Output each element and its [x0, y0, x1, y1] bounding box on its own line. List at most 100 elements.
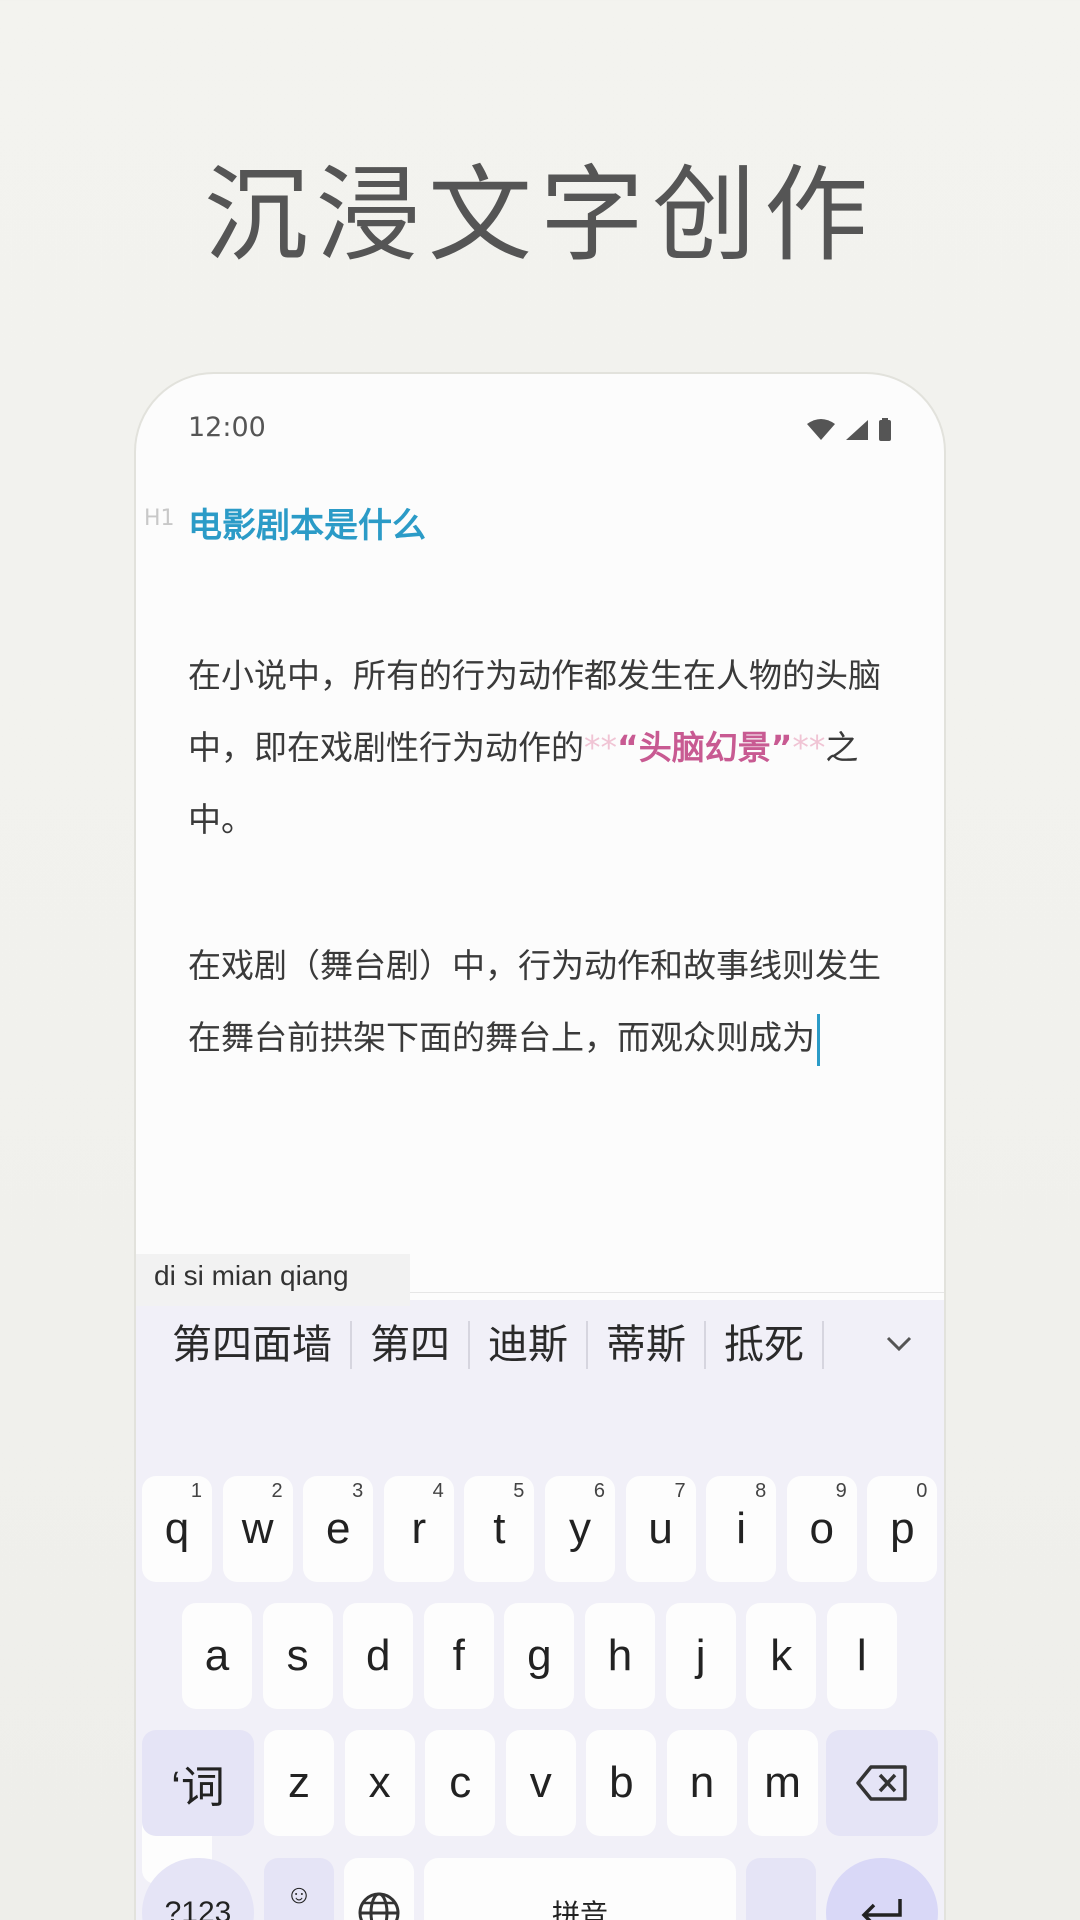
candidate[interactable]: 迪斯 — [470, 1321, 588, 1369]
key-z[interactable]: z — [264, 1730, 334, 1836]
key-label: e — [325, 1504, 351, 1553]
key-i[interactable]: i8 — [706, 1476, 777, 1582]
key-label: b — [609, 1758, 634, 1807]
key-m[interactable]: m — [747, 1730, 818, 1836]
key-a[interactable]: a — [182, 1603, 252, 1709]
key-label: a — [204, 1631, 230, 1680]
candidate[interactable]: 抵死 — [706, 1321, 824, 1369]
paragraph[interactable]: 在戏剧（舞台剧）中，行为动作和故事线则发生在舞台前拱架下面的舞台上，而观众则成为 — [188, 930, 888, 1074]
word-key[interactable]: ‘词 — [142, 1730, 254, 1836]
key-n[interactable]: n — [667, 1730, 737, 1836]
key-g[interactable]: g — [504, 1603, 575, 1709]
key-number-hint: 0 — [916, 1480, 928, 1502]
key-label: k — [770, 1631, 793, 1680]
key-p[interactable]: p0 — [867, 1476, 938, 1582]
key-label: r — [411, 1504, 427, 1553]
bold-text: “头脑幻景” — [617, 728, 793, 767]
key-label: x — [368, 1758, 391, 1807]
key-t[interactable]: t5 — [464, 1476, 535, 1582]
paragraph[interactable]: 在小说中，所有的行为动作都发生在人物的头脑中，即在戏剧性行为动作的**“头脑幻景… — [188, 640, 888, 856]
key-o[interactable]: o9 — [786, 1476, 857, 1582]
key-s[interactable]: s — [262, 1603, 333, 1709]
emoji-icon: ☺ — [285, 1879, 313, 1909]
key-label: c — [449, 1758, 472, 1807]
key-number-hint: 5 — [513, 1480, 525, 1502]
key-f[interactable]: f — [423, 1603, 494, 1709]
signal-icon — [846, 420, 868, 440]
status-time: 12:00 — [188, 412, 266, 443]
candidate[interactable]: 蒂斯 — [588, 1321, 706, 1369]
period-key[interactable]: 。 — [746, 1858, 816, 1920]
status-icons — [806, 418, 892, 442]
text-cursor — [817, 1013, 820, 1066]
key-number-hint: 9 — [835, 1480, 847, 1502]
pinyin-composing: di si mian qiang — [136, 1254, 410, 1306]
key-k[interactable]: k — [746, 1603, 817, 1709]
key-v[interactable]: v — [505, 1730, 576, 1836]
key-number-hint: 7 — [674, 1480, 686, 1502]
key-label: d — [365, 1631, 391, 1680]
key-number-hint: 8 — [755, 1480, 767, 1502]
language-key[interactable] — [344, 1858, 414, 1920]
key-y[interactable]: y6 — [545, 1476, 615, 1582]
status-bar: 12:00 — [188, 412, 892, 452]
comma-label: ， — [286, 1910, 312, 1920]
key-label: f — [452, 1631, 465, 1680]
candidate[interactable]: 第四面墙 — [154, 1321, 352, 1369]
key-x[interactable]: x — [344, 1730, 415, 1836]
emoji-comma-key[interactable]: ☺ ， — [264, 1858, 334, 1920]
markdown-bold-marker: ** — [584, 728, 617, 767]
key-w[interactable]: w2 — [222, 1476, 293, 1582]
key-label: w — [241, 1504, 274, 1553]
chevron-down-icon[interactable] — [884, 1328, 914, 1362]
globe-icon — [358, 1892, 400, 1920]
key-number-hint: 1 — [190, 1480, 202, 1502]
key-label: g — [527, 1631, 552, 1680]
key-label: s — [286, 1631, 309, 1680]
enter-key[interactable] — [826, 1858, 938, 1920]
wifi-icon — [807, 419, 835, 440]
key-q[interactable]: q1 — [142, 1476, 212, 1582]
document-heading[interactable]: 电影剧本是什么 — [188, 498, 426, 547]
key-number-hint: 2 — [271, 1480, 283, 1502]
candidate-bar: 第四面墙 第四 迪斯 蒂斯 抵死 — [136, 1310, 944, 1380]
key-u[interactable]: u7 — [625, 1476, 696, 1582]
key-label: v — [529, 1758, 552, 1807]
key-d[interactable]: d — [343, 1603, 414, 1709]
key-label: h — [607, 1631, 633, 1680]
key-label: l — [856, 1631, 867, 1680]
backspace-key[interactable] — [826, 1730, 938, 1836]
key-label: n — [689, 1758, 715, 1807]
key-r[interactable]: r4 — [383, 1476, 454, 1582]
heading-level-marker: H1 — [144, 506, 175, 531]
key-label: p — [890, 1504, 915, 1553]
key-label: m — [764, 1758, 801, 1807]
key-label: o — [809, 1504, 835, 1553]
backspace-icon — [856, 1765, 907, 1801]
key-label: u — [648, 1504, 673, 1553]
key-label: z — [288, 1758, 310, 1807]
enter-icon — [861, 1899, 902, 1920]
key-number-hint: 4 — [432, 1480, 444, 1502]
key-c[interactable]: c — [425, 1730, 496, 1836]
key-label: j — [695, 1631, 706, 1680]
space-key[interactable]: 拼音 — [424, 1858, 736, 1920]
key-label: y — [569, 1504, 591, 1553]
candidate[interactable]: 第四 — [352, 1321, 470, 1369]
key-j[interactable]: j — [665, 1603, 736, 1709]
key-number-hint: 6 — [593, 1480, 605, 1502]
promo-title: 沉浸文字创作 — [203, 154, 876, 276]
key-e[interactable]: e3 — [303, 1476, 374, 1582]
key-b[interactable]: b — [586, 1730, 657, 1836]
paragraph-text: 在戏剧（舞台剧）中，行为动作和故事线则发生在舞台前拱架下面的舞台上，而观众则成为 — [188, 946, 881, 1057]
key-number-hint: 3 — [352, 1480, 364, 1502]
markdown-bold-marker: ** — [792, 728, 826, 767]
key-l[interactable]: l — [826, 1603, 897, 1709]
key-h[interactable]: h — [585, 1603, 655, 1709]
key-label: t — [493, 1504, 506, 1553]
phone-frame: 12:00 H1 电影剧本是什么 在小说中，所有的行为动作都发生在人物的头脑中，… — [134, 372, 946, 1920]
key-label: i — [736, 1504, 747, 1553]
battery-icon — [879, 418, 891, 441]
key-label: q — [164, 1504, 190, 1553]
keyboard: 第四面墙 第四 迪斯 蒂斯 抵死 ‘词 ?123 ☺ ， 拼音 。 — [136, 1300, 944, 1920]
